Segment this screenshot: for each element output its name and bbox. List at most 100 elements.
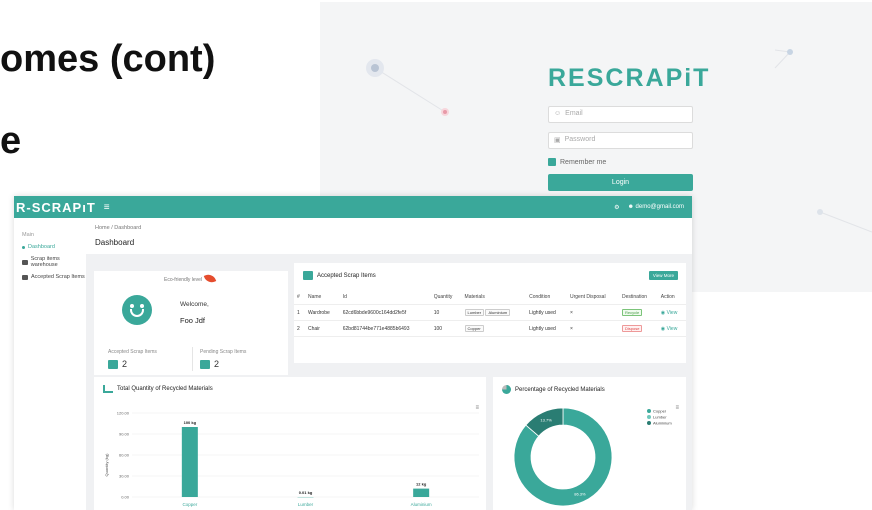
eco-card: Eco-friendly level Welcome, Foo Jdf Acce… — [94, 271, 288, 375]
view-link-label: View — [666, 309, 678, 316]
lock-icon: ▣ — [554, 137, 561, 144]
x-tick-label: Aluminium — [411, 502, 432, 507]
password-placeholder: Password — [564, 136, 596, 143]
col-header: Urgent Disposal — [567, 290, 619, 305]
legend-marker — [647, 421, 651, 425]
col-header: # — [294, 290, 305, 305]
sidebar-section-main: Main — [22, 232, 34, 238]
x-tick-label: Copper — [182, 502, 197, 507]
eye-icon: ◉ — [660, 325, 666, 332]
login-button[interactable]: Login — [548, 174, 693, 191]
slice-label: 86.3% — [574, 491, 586, 496]
view-link[interactable]: ◉ View — [661, 310, 678, 316]
legend-label: Aluminium — [653, 421, 672, 426]
percentage-chart-card: Percentage of Recycled Materials ≡ 86.3%… — [493, 377, 686, 510]
cell: 62cd6bbde9600c164dd2fe5f — [339, 304, 431, 321]
checkbox-checked-icon[interactable] — [548, 158, 556, 166]
sidebar-item-accepted[interactable]: Accepted Scrap Items — [14, 268, 86, 280]
accepted-items-title: Accepted Scrap Items — [317, 272, 376, 279]
page-title: Dashboard — [95, 238, 135, 247]
password-input[interactable]: ▣ Password — [548, 132, 693, 149]
slice-label: 13.7% — [540, 418, 552, 423]
cell: Chair — [304, 320, 340, 337]
data-label: 12 kg — [416, 482, 427, 487]
table-header-row: # Name Id Quantity Materials Condition U… — [294, 290, 686, 305]
cell: Lightly used — [526, 320, 567, 337]
box-icon — [108, 359, 118, 369]
cell: 10 — [430, 304, 462, 321]
cell: 100 — [430, 320, 462, 337]
user-menu[interactable]: ☻ demo@gmail.com — [628, 204, 684, 210]
slide-subtitle: e — [0, 120, 22, 162]
welcome-text: Welcome, — [180, 301, 209, 308]
table-row: 1 Wardrobe 62cd6bbde9600c164dd2fe5f 10 L… — [294, 304, 686, 321]
truck-icon — [22, 259, 28, 265]
y-axis-label: Quantity (kg) — [104, 453, 109, 477]
x-tick-label: Lumber — [298, 502, 314, 507]
user-name: Foo Jdf — [180, 316, 206, 325]
remember-me-label: Remember me — [560, 158, 607, 166]
cell: Copper — [461, 320, 527, 337]
login-brand-logo: RESCRAPiT — [548, 64, 711, 92]
accepted-items-card: Accepted Scrap Items View More # Name Id… — [294, 263, 686, 363]
status-badge: Recycle — [622, 309, 643, 316]
eye-icon: ◉ — [660, 309, 666, 316]
pending-count: 2 — [214, 359, 220, 369]
app-logo[interactable]: R-SCRAPıT — [16, 200, 96, 215]
pending-stat-label: Pending Scrap Items — [200, 349, 247, 355]
top-navbar: R-SCRAPıT ≡ ⚙ ☻ demo@gmail.com — [14, 196, 692, 218]
menu-icon[interactable]: ≡ — [104, 202, 110, 213]
cell: Wardrobe — [304, 304, 340, 321]
breadcrumb-current: Dashboard — [114, 225, 142, 231]
cell: Dispose — [619, 320, 658, 337]
page-header: Home / Dashboard Dashboard — [86, 218, 692, 254]
sidebar-item-label: Dashboard — [28, 244, 55, 250]
y-tick-label: 90.00 — [119, 432, 130, 437]
dashboard-icon — [22, 245, 25, 249]
legend-marker — [647, 409, 651, 413]
sidebar-item-dashboard[interactable]: Dashboard — [14, 238, 86, 250]
col-header: Quantity — [430, 290, 462, 305]
col-header: Destination — [619, 290, 658, 305]
dashboard-screenshot: R-SCRAPıT ≡ ⚙ ☻ demo@gmail.com Main Dash… — [14, 196, 692, 510]
data-label: 0.01 kg — [299, 490, 313, 495]
close-icon: × — [567, 320, 619, 337]
remember-me-checkbox[interactable]: Remember me — [548, 158, 606, 166]
accepted-count: 2 — [122, 359, 128, 369]
cell: ◉ View — [657, 320, 686, 337]
cell: Lightly used — [526, 304, 567, 321]
accepted-items-table: # Name Id Quantity Materials Condition U… — [294, 290, 686, 337]
y-tick-label: 30.00 — [119, 474, 130, 479]
accepted-stat-label: Accepted Scrap Items — [108, 349, 157, 355]
y-tick-label: 60.00 — [119, 453, 130, 458]
breadcrumb-separator: / — [111, 225, 113, 231]
col-header: Materials — [461, 290, 527, 305]
view-link[interactable]: ◉ View — [661, 326, 678, 332]
accepted-stat: Accepted Scrap Items 2 — [108, 349, 157, 369]
close-icon: × — [567, 304, 619, 321]
eco-level-label: Eco-friendly level — [164, 277, 203, 283]
donut-chart: 86.3% 13.7% CopperLumberAluminium — [513, 407, 672, 507]
col-header: Action — [657, 290, 686, 305]
email-placeholder: Email — [565, 110, 583, 117]
smiley-avatar-icon — [122, 295, 152, 325]
pending-stat: Pending Scrap Items 2 — [200, 349, 246, 369]
view-more-button[interactable]: View More — [648, 271, 678, 280]
legend-label: Lumber — [653, 415, 667, 420]
y-tick-label: 120.00 — [117, 411, 130, 416]
view-link-label: View — [666, 325, 678, 332]
box-icon — [22, 274, 28, 280]
cell: Recycle — [619, 304, 658, 321]
sidebar-item-warehouse[interactable]: Scrap items warehouse — [14, 250, 86, 268]
slide-title: omes (cont) — [0, 38, 216, 80]
legend-marker — [647, 415, 651, 419]
cell: ◉ View — [657, 304, 686, 321]
gear-icon[interactable]: ⚙ — [614, 204, 619, 211]
bar — [181, 427, 198, 497]
email-input[interactable]: ☺ Email — [548, 106, 693, 123]
material-chip: Aluminium — [485, 309, 511, 316]
bar-chart: Quantity (kg) 120.00 90.00 60.00 30.00 0.00 1… — [104, 411, 479, 507]
bar — [413, 488, 430, 497]
breadcrumb-home[interactable]: Home — [95, 225, 110, 231]
sidebar: Main Dashboard Scrap items warehouse Acc… — [14, 218, 86, 510]
